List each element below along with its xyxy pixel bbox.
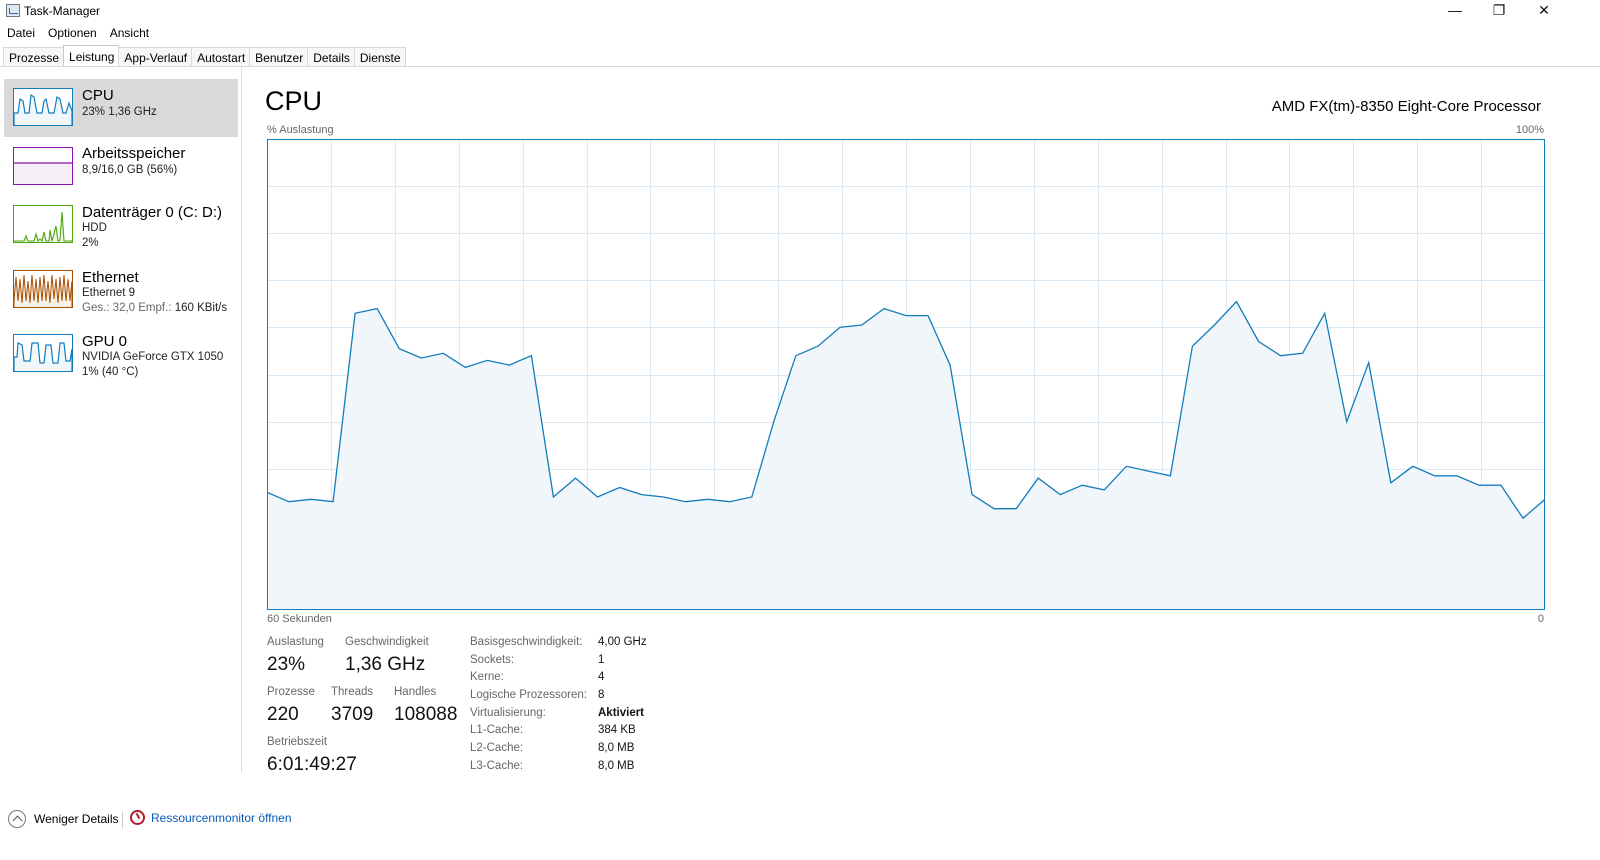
processor-name: AMD FX(tm)-8350 Eight-Core Processor [1271, 98, 1541, 115]
y-axis-max-label: 100% [1515, 124, 1544, 136]
info-label: Kerne: [470, 671, 504, 683]
handles-value: 108088 [394, 704, 458, 725]
resource-monitor-icon [130, 810, 145, 825]
info-label: L1-Cache: [470, 724, 524, 736]
auslastung-value: 23% [267, 654, 306, 675]
ethernet-thumbnail-graph [13, 270, 73, 308]
sidebar-disk-usage: 2% [82, 237, 99, 249]
info-value: 4 [598, 671, 605, 683]
auslastung-label: Auslastung [267, 636, 324, 648]
menu-datei[interactable]: Datei [0, 24, 41, 42]
info-label: Virtualisierung: [470, 707, 546, 719]
x-axis-end-label: 0 [1537, 613, 1544, 625]
sidebar-ethernet-adapter: Ethernet 9 [82, 287, 136, 299]
chevron-up-icon [8, 810, 26, 828]
sidebar-cpu-usage: 23% 1,36 GHz [82, 106, 157, 118]
betriebszeit-label: Betriebszeit [267, 736, 328, 748]
info-label: L2-Cache: [470, 742, 524, 754]
sidebar-item-gpu[interactable]: GPU 0 NVIDIA GeForce GTX 1050 1% (40 °C) [4, 327, 238, 385]
sidebar-gpu-title: GPU 0 [82, 333, 128, 350]
info-label: L3-Cache: [470, 760, 524, 772]
menu-ansicht[interactable]: Ansicht [103, 24, 155, 42]
geschwindigkeit-value: 1,36 GHz [345, 654, 426, 675]
ethernet-throughput-label: Ges.: 32,0 Empf.: [82, 302, 172, 314]
tab-leistung[interactable]: Leistung [63, 45, 120, 67]
info-value: Aktiviert [598, 707, 645, 719]
minimize-button[interactable]: — [1432, 0, 1478, 22]
info-value: 384 KB [598, 724, 636, 736]
fewer-details-button[interactable]: Weniger Details [8, 810, 118, 828]
sidebar-disk-title: Datenträger 0 (C: D:) [82, 204, 223, 221]
tab-dienste[interactable]: Dienste [353, 47, 406, 67]
sidebar-disk-type: HDD [82, 222, 107, 234]
info-value: 8 [598, 689, 605, 701]
threads-value: 3709 [331, 704, 374, 725]
tab-benutzer[interactable]: Benutzer [249, 47, 309, 67]
ethernet-throughput-value: 160 KBit/s [174, 302, 228, 314]
sidebar-memory-usage: 8,9/16,0 GB (56%) [82, 164, 178, 176]
cpu-thumbnail-graph [13, 88, 73, 126]
menu-bar: Datei Optionen Ansicht [0, 24, 155, 42]
tab-autostart[interactable]: Autostart [191, 47, 251, 67]
memory-thumbnail-graph [13, 147, 73, 185]
sidebar-ethernet-throughput: Ges.: 32,0 Empf.: 160 KBit/s [82, 302, 227, 314]
cpu-usage-chart [267, 139, 1545, 610]
menu-optionen[interactable]: Optionen [41, 24, 103, 42]
sidebar-gpu-name: NVIDIA GeForce GTX 1050 [82, 351, 224, 363]
sidebar-item-disk[interactable]: Datenträger 0 (C: D:) HDD 2% [4, 199, 238, 257]
footer-separator [122, 812, 123, 828]
task-manager-icon [6, 4, 20, 17]
performance-sidebar: CPU 23% 1,36 GHz Arbeitsspeicher 8,9/16,… [0, 67, 242, 772]
maximize-button[interactable]: ❐ [1476, 0, 1522, 22]
sidebar-item-ethernet[interactable]: Ethernet Ethernet 9 Ges.: 32,0 Empf.: 16… [4, 263, 238, 321]
handles-label: Handles [394, 686, 437, 698]
info-label: Logische Prozessoren: [470, 689, 587, 701]
page-title: CPU [265, 86, 323, 116]
threads-label: Threads [331, 686, 374, 698]
tab-bar: Prozesse Leistung App-Verlauf Autostart … [3, 45, 406, 67]
x-axis-label: 60 Sekunden [267, 613, 332, 625]
y-axis-label: % Auslastung [267, 124, 334, 136]
close-button[interactable]: ✕ [1521, 0, 1567, 22]
info-value: 8,0 MB [598, 760, 635, 772]
info-label: Sockets: [470, 654, 515, 666]
sidebar-item-memory[interactable]: Arbeitsspeicher 8,9/16,0 GB (56%) [4, 139, 238, 197]
info-value: 8,0 MB [598, 742, 635, 754]
sidebar-gpu-usage: 1% (40 °C) [82, 366, 139, 378]
tab-details[interactable]: Details [307, 47, 355, 67]
tab-prozesse[interactable]: Prozesse [3, 47, 65, 67]
sidebar-item-cpu[interactable]: CPU 23% 1,36 GHz [4, 79, 238, 137]
prozesse-value: 220 [267, 704, 299, 725]
info-label: Basisgeschwindigkeit: [470, 636, 583, 648]
sidebar-cpu-title: CPU [82, 87, 114, 104]
prozesse-label: Prozesse [267, 686, 315, 698]
gpu-thumbnail-graph [13, 334, 73, 372]
resource-monitor-link[interactable]: Ressourcenmonitor öffnen [130, 810, 292, 825]
title-bar: Task-Manager — ❐ ✕ [0, 0, 1600, 22]
fewer-details-label: Weniger Details [34, 812, 119, 826]
tab-app-verlauf[interactable]: App-Verlauf [118, 47, 193, 67]
info-value: 4,00 GHz [598, 636, 647, 648]
window-title: Task-Manager [24, 4, 101, 18]
footer-bar: Weniger Details Ressourcenmonitor öffnen [0, 806, 600, 832]
resource-monitor-label: Ressourcenmonitor öffnen [151, 810, 292, 825]
sidebar-memory-title: Arbeitsspeicher [82, 145, 186, 162]
betriebszeit-value: 6:01:49:27 [267, 754, 357, 775]
disk-thumbnail-graph [13, 205, 73, 243]
geschwindigkeit-label: Geschwindigkeit [345, 636, 429, 648]
info-value: 1 [598, 654, 605, 666]
sidebar-ethernet-title: Ethernet [82, 269, 139, 286]
